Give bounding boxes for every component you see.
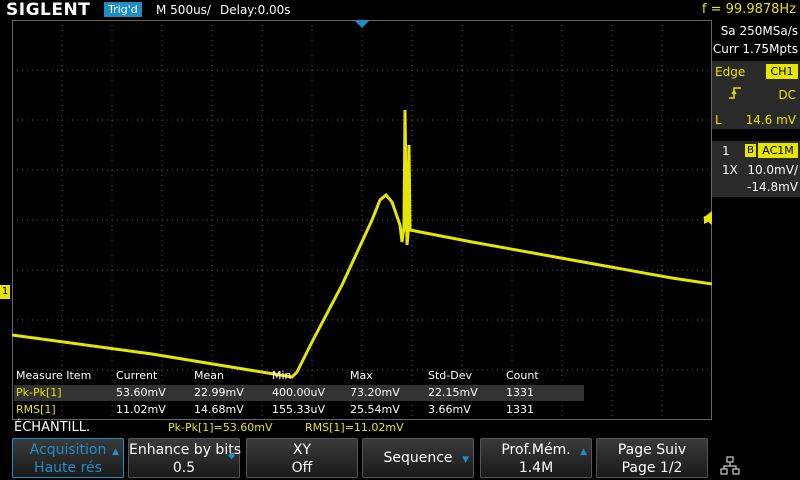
softkey-memory-depth[interactable]: Prof.Mém. 1.4M ▲ bbox=[480, 438, 592, 478]
up-arrow-icon: ▲ bbox=[112, 447, 119, 457]
timebase-readout: M 500us/ bbox=[156, 3, 211, 17]
softkey-acquisition-label: Acquisition bbox=[29, 442, 107, 458]
measure-max: 73.20mV bbox=[350, 386, 400, 399]
rising-edge-icon bbox=[729, 87, 741, 99]
header-count: Count bbox=[506, 369, 539, 382]
softkey-enhance-label: Enhance by bits bbox=[129, 442, 241, 458]
channel-1-marker[interactable]: 1 bbox=[0, 285, 10, 299]
trigger-level-arrow-icon[interactable] bbox=[703, 210, 713, 226]
waveform-display[interactable] bbox=[12, 20, 712, 420]
measure-mean: 22.99mV bbox=[194, 386, 244, 399]
measure-std-dev: 22.15mV bbox=[428, 386, 478, 399]
softkey-enhance-value: 0.5 bbox=[172, 460, 196, 476]
trigger-level-label: L bbox=[715, 113, 722, 127]
measure-max: 25.54mV bbox=[350, 403, 400, 416]
acquisition-mode-label: ÉCHANTILL. bbox=[14, 420, 91, 435]
down-arrow-icon: ▼ bbox=[462, 455, 469, 465]
softkey-xy[interactable]: XY Off bbox=[246, 438, 358, 478]
measure-count: 1331 bbox=[506, 386, 534, 399]
channel-offset: -14.8mV bbox=[747, 180, 798, 194]
measurement-header-row: Measure Item Current Mean Min Max Std-De… bbox=[14, 368, 584, 384]
trigger-level-value: 14.6 mV bbox=[745, 113, 796, 127]
header-current: Current bbox=[116, 369, 158, 382]
softkey-next-page[interactable]: Page Suiv Page 1/2 bbox=[596, 438, 708, 478]
softkey-next-page-label: Page Suiv bbox=[617, 442, 687, 458]
memory-depth: Curr 1.75Mpts bbox=[712, 42, 798, 56]
sample-rate: Sa 250MSa/s bbox=[720, 24, 798, 38]
graticule bbox=[12, 20, 712, 420]
measure-min: 155.33uV bbox=[272, 403, 325, 416]
measure-item: Pk-Pk[1] bbox=[16, 386, 62, 399]
header-std-dev: Std-Dev bbox=[428, 369, 472, 382]
measurement-row[interactable]: Pk-Pk[1] 53.60mV 22.99mV 400.00uV 73.20m… bbox=[14, 385, 584, 401]
softkey-xy-value: Off bbox=[291, 460, 313, 476]
header-min: Min bbox=[272, 369, 292, 382]
trigger-coupling: DC bbox=[778, 88, 796, 102]
bandwidth-limit-badge: B bbox=[745, 144, 756, 157]
trigger-status-badge: Trig'd bbox=[104, 2, 142, 17]
trigger-source-badge: CH1 bbox=[766, 64, 798, 79]
measure-current: 11.02mV bbox=[116, 403, 166, 416]
measure-std-dev: 3.66mV bbox=[428, 403, 471, 416]
trigger-type: Edge bbox=[715, 65, 746, 79]
measure-min: 400.00uV bbox=[272, 386, 325, 399]
trigger-position-marker bbox=[354, 20, 370, 28]
probe-ratio: 1X bbox=[722, 163, 738, 177]
softkey-enhance-by-bits[interactable]: Enhance by bits 0.5 ◆ bbox=[128, 438, 241, 478]
softkey-sequence-label: Sequence bbox=[383, 450, 453, 466]
softkey-memory-value: 1.4M bbox=[518, 460, 554, 476]
volts-per-div: 10.0mV/ bbox=[747, 163, 798, 177]
knob-adjust-icon: ◆ bbox=[228, 451, 235, 461]
brand-logo: SIGLENT bbox=[6, 0, 91, 20]
measure-item: RMS[1] bbox=[16, 403, 56, 416]
channel-number: 1 bbox=[722, 144, 730, 158]
softkey-memory-label: Prof.Mém. bbox=[501, 442, 571, 458]
measure-count: 1331 bbox=[506, 403, 534, 416]
header-measure-item: Measure Item bbox=[16, 369, 92, 382]
measure-current: 53.60mV bbox=[116, 386, 166, 399]
softkey-acquisition-value: Haute rés bbox=[34, 460, 102, 476]
frequency-readout: f = 99.9878Hz bbox=[701, 2, 796, 17]
channel-coupling-badge: AC1M bbox=[758, 143, 798, 158]
network-icon bbox=[720, 456, 740, 475]
softkey-sequence[interactable]: Sequence ▼ bbox=[362, 438, 474, 478]
header-mean: Mean bbox=[194, 369, 224, 382]
stat-readout-pkpk: Pk-Pk[1]=53.60mV bbox=[168, 421, 273, 434]
stat-readout-rms: RMS[1]=11.02mV bbox=[305, 421, 404, 434]
header-max: Max bbox=[350, 369, 373, 382]
measure-mean: 14.68mV bbox=[194, 403, 244, 416]
up-arrow-icon: ▲ bbox=[580, 447, 587, 457]
softkey-xy-label: XY bbox=[292, 442, 312, 458]
measurement-row[interactable]: RMS[1] 11.02mV 14.68mV 155.33uV 25.54mV … bbox=[14, 402, 584, 418]
delay-readout: Delay:0.00s bbox=[220, 3, 291, 17]
softkey-next-page-value: Page 1/2 bbox=[621, 460, 683, 476]
softkey-acquisition[interactable]: Acquisition Haute rés ▲ bbox=[12, 438, 124, 478]
